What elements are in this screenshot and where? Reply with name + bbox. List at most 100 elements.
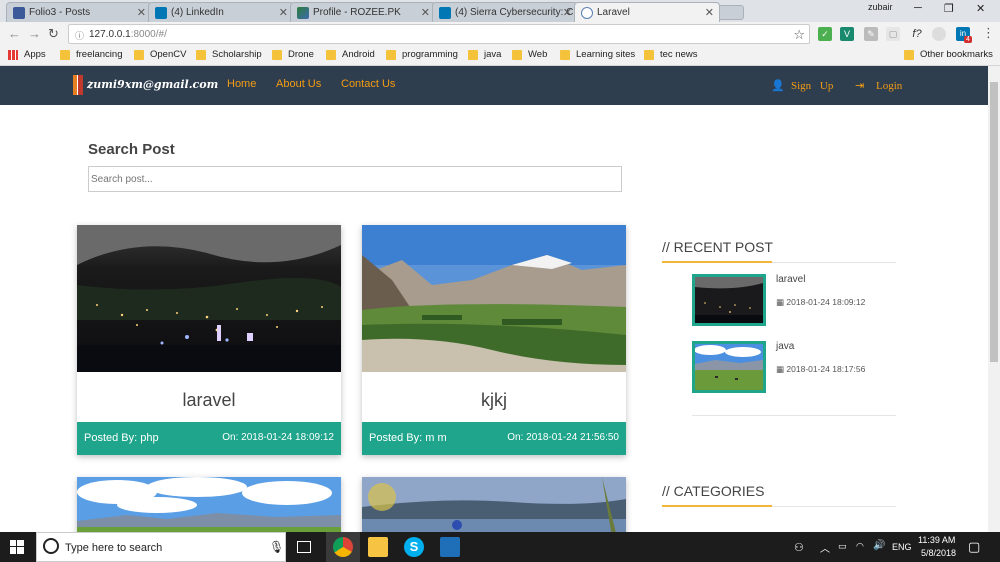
- chevron-up-icon[interactable]: ︿: [820, 540, 830, 555]
- clock-time[interactable]: 11:39 AM: [918, 535, 955, 545]
- star-icon[interactable]: ☆: [793, 27, 805, 43]
- menu-icon[interactable]: ⋮: [982, 25, 995, 41]
- post-title[interactable]: laravel: [77, 390, 341, 411]
- vue-extension-icon[interactable]: V: [840, 27, 854, 41]
- tab-laravel[interactable]: Laravel ✕: [574, 2, 720, 22]
- maximize-icon[interactable]: ❐: [944, 2, 954, 15]
- clock-date[interactable]: 5/8/2018: [921, 548, 956, 558]
- reload-icon[interactable]: ↻: [48, 26, 59, 42]
- recent-post-title: // RECENT POST: [662, 239, 773, 255]
- close-icon[interactable]: ✕: [563, 6, 572, 19]
- bookmark-folder[interactable]: freelancing: [60, 49, 122, 60]
- page-scrollbar[interactable]: [988, 66, 1000, 532]
- post-image: [362, 225, 626, 372]
- bookmark-apps[interactable]: Apps: [8, 49, 46, 60]
- post-card[interactable]: laravel Posted By: php On: 2018-01-24 18…: [77, 225, 341, 455]
- info-icon[interactable]: ⓘ: [75, 29, 84, 42]
- notification-center-icon[interactable]: ▢: [968, 539, 980, 555]
- windows-start-icon[interactable]: [10, 540, 24, 554]
- vscode-icon[interactable]: [440, 537, 460, 557]
- close-icon[interactable]: ✕: [137, 6, 146, 19]
- apps-icon: [8, 50, 18, 60]
- bookmark-folder[interactable]: java: [468, 49, 501, 60]
- microphone-icon[interactable]: 🎙: [269, 540, 284, 554]
- folder-icon: [196, 50, 206, 60]
- nav-contact-us[interactable]: Contact Us: [341, 78, 395, 90]
- skype-icon[interactable]: S: [404, 537, 424, 557]
- nav-home[interactable]: Home: [227, 78, 256, 90]
- bookmark-folder[interactable]: tec news: [644, 49, 698, 60]
- scroll-thumb[interactable]: [990, 82, 998, 362]
- bookmark-folder[interactable]: Scholarship: [196, 49, 262, 60]
- taskbar-search-placeholder: Type here to search: [65, 542, 163, 554]
- url-input[interactable]: ⓘ 127.0.0.1:8000/#/ ☆: [68, 24, 810, 44]
- profile-name[interactable]: zubair: [868, 2, 893, 12]
- tab-label: Laravel: [597, 7, 630, 18]
- back-icon[interactable]: ←: [8, 26, 21, 41]
- taskbar-search-input[interactable]: Type here to search 🎙: [36, 532, 286, 562]
- folder-icon: [134, 50, 144, 60]
- wifi-icon[interactable]: ◠: [856, 541, 864, 552]
- bookmark-folder[interactable]: Drone: [272, 49, 314, 60]
- folder-icon: [468, 50, 478, 60]
- close-window-icon[interactable]: ✕: [976, 2, 985, 15]
- notification-badge: 4: [964, 36, 972, 43]
- search-title: Search Post: [88, 141, 175, 158]
- extension-icon[interactable]: ▢: [886, 27, 900, 41]
- post-card[interactable]: [362, 477, 626, 537]
- chrome-icon[interactable]: [333, 537, 353, 557]
- battery-icon[interactable]: ▭: [838, 541, 847, 552]
- folder-icon: [512, 50, 522, 60]
- new-tab-button[interactable]: [718, 5, 744, 20]
- post-card[interactable]: kjkj Posted By: m m On: 2018-01-24 21:56…: [362, 225, 626, 455]
- folder-icon: [326, 50, 336, 60]
- tab-rozee[interactable]: Profile - ROZEE.PK ✕: [290, 2, 436, 22]
- bookmarks-bar: Apps freelancing OpenCV Scholarship Dron…: [0, 46, 1000, 66]
- tab-linkedin[interactable]: (4) LinkedIn ✕: [148, 2, 294, 22]
- post-title[interactable]: kjkj: [362, 390, 626, 411]
- file-explorer-icon[interactable]: [368, 537, 388, 557]
- language-indicator[interactable]: ENG: [892, 542, 912, 552]
- forward-icon[interactable]: →: [28, 26, 41, 41]
- close-icon[interactable]: ✕: [421, 6, 430, 19]
- close-icon[interactable]: ✕: [705, 6, 714, 19]
- tool-extension-icon[interactable]: ✎: [864, 27, 878, 41]
- recent-post-link[interactable]: java: [776, 341, 794, 352]
- recent-post-thumb[interactable]: [692, 341, 766, 393]
- bookmark-folder[interactable]: Web: [512, 49, 547, 60]
- post-author: Posted By: php: [84, 432, 159, 444]
- calendar-icon: ▦: [776, 297, 785, 307]
- linkedin-icon: [439, 7, 451, 19]
- site-logo[interactable]: zumi9xm@gmail.com: [87, 78, 218, 91]
- shield-extension-icon[interactable]: ✓: [818, 27, 832, 41]
- signup-link[interactable]: Sign Up: [791, 80, 833, 92]
- calendar-icon: ▦: [776, 364, 785, 374]
- logo-icon: [73, 75, 83, 95]
- close-icon[interactable]: ✕: [279, 6, 288, 19]
- categories-title: // CATEGORIES: [662, 483, 765, 499]
- post-footer: Posted By: m m On: 2018-01-24 21:56:50: [362, 422, 626, 455]
- bookmark-folder[interactable]: OpenCV: [134, 49, 186, 60]
- nav-about-us[interactable]: About Us: [276, 78, 321, 90]
- post-image: [362, 477, 626, 537]
- tab-folio3[interactable]: Folio3 - Posts ✕: [6, 2, 152, 22]
- bookmark-folder[interactable]: Android: [326, 49, 375, 60]
- task-view-icon[interactable]: [297, 541, 311, 553]
- volume-icon[interactable]: 🔊: [873, 540, 885, 551]
- bookmark-folder[interactable]: Learning sites: [560, 49, 635, 60]
- recent-post-thumb[interactable]: [692, 274, 766, 326]
- folder-icon: [60, 50, 70, 60]
- function-extension-icon[interactable]: f?: [910, 27, 924, 41]
- login-link[interactable]: Login: [876, 80, 902, 92]
- circle-extension-icon[interactable]: [932, 27, 946, 41]
- search-input[interactable]: [88, 166, 622, 192]
- folder-icon: [904, 50, 914, 60]
- tab-sierra[interactable]: (4) Sierra Cybersecurity: C ✕: [432, 2, 578, 22]
- recent-post-link[interactable]: laravel: [776, 274, 805, 285]
- other-bookmarks[interactable]: Other bookmarks: [904, 49, 993, 60]
- minimize-icon[interactable]: ─: [914, 2, 922, 14]
- post-card[interactable]: [77, 477, 341, 537]
- people-icon[interactable]: ⚇: [794, 541, 804, 554]
- bookmark-folder[interactable]: programming: [386, 49, 458, 60]
- facebook-icon: [13, 7, 25, 19]
